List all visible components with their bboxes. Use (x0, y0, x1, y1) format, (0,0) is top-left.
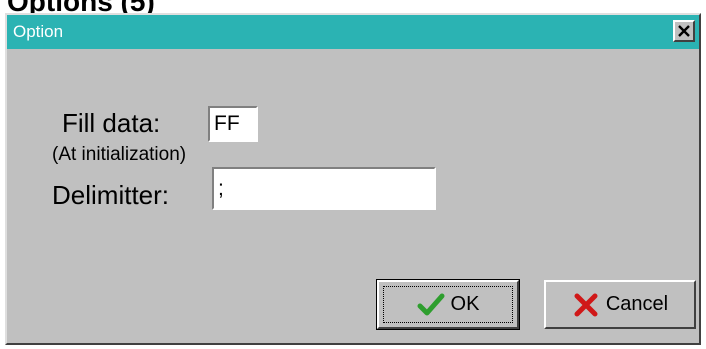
cancel-button[interactable]: Cancel (544, 280, 696, 329)
ok-button[interactable]: OK (376, 279, 520, 330)
title-bar[interactable]: Option (7, 15, 699, 49)
initialization-note: (At initialization) (52, 144, 187, 165)
delimiter-input[interactable] (212, 167, 436, 210)
checkmark-icon (417, 293, 445, 315)
fill-data-label: Fill data: (62, 108, 161, 138)
red-x-icon (574, 293, 598, 316)
dialog-title: Option (13, 22, 64, 41)
close-button[interactable] (673, 20, 695, 42)
cancel-label: Cancel (605, 293, 669, 315)
ok-label: OK (450, 293, 480, 315)
fill-data-input[interactable] (208, 106, 258, 142)
option-dialog: Option Fill data: (At initialization) De… (5, 13, 701, 345)
delimiter-label: Delimitter: (52, 180, 170, 210)
close-icon (678, 25, 690, 37)
